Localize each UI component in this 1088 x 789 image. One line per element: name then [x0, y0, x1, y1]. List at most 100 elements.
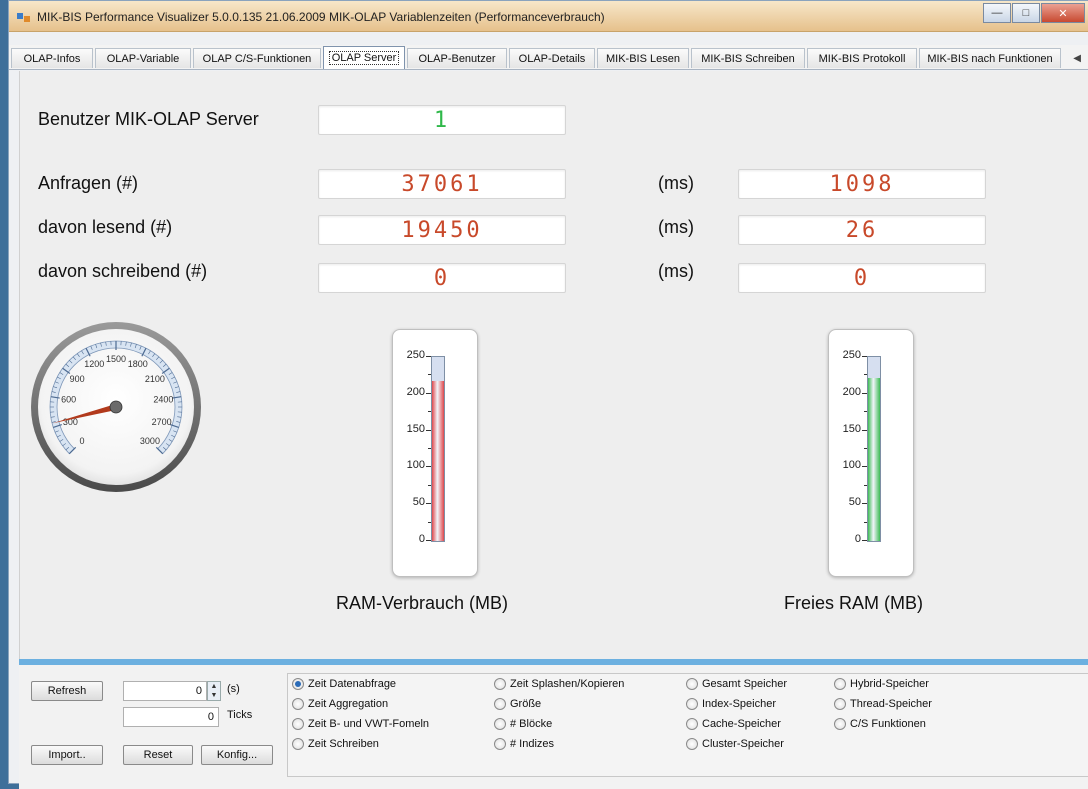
tab-scroll-left-icon[interactable]: ◀ [1073, 53, 1081, 64]
radio-icon[interactable] [292, 718, 304, 730]
reading-ms-display: 26 [738, 215, 986, 245]
requests-ms-label: (ms) [658, 173, 694, 194]
users-display: 1 [318, 105, 566, 135]
reading-label: davon lesend (#) [38, 217, 172, 238]
requests-ms-display: 1098 [738, 169, 986, 199]
option-groesse[interactable]: Größe [494, 698, 541, 710]
radio-icon[interactable] [686, 718, 698, 730]
tab-mik-bis-schreiben[interactable]: MIK-BIS Schreiben [691, 48, 805, 68]
interval-input[interactable]: 0 [123, 681, 207, 701]
writing-display: 0 [318, 263, 566, 293]
option-zeit-aggregation[interactable]: Zeit Aggregation [292, 698, 388, 710]
reset-button[interactable]: Reset [123, 745, 193, 765]
free-ram-thermometer: 250200150100500 [828, 329, 914, 577]
thermometer-tick-label: 250 [833, 349, 861, 361]
interval-spinner[interactable]: ▲▼ [207, 681, 221, 701]
free-ram-caption: Freies RAM (MB) [784, 593, 923, 614]
radio-icon[interactable] [686, 698, 698, 710]
ram-usage-thermometer: 250200150100500 [392, 329, 478, 577]
gauge-tick-label: 2100 [145, 374, 165, 384]
interval-unit-label: (s) [227, 683, 240, 695]
gauge-tick-label: 3000 [140, 436, 160, 446]
option-cs-funktionen[interactable]: C/S Funktionen [834, 718, 926, 730]
radio-icon[interactable] [494, 718, 506, 730]
radio-icon[interactable] [292, 678, 304, 690]
thermometer-fill [868, 378, 880, 541]
gauge-tick-label: 1200 [84, 359, 104, 369]
tab-mik-bis-protokoll[interactable]: MIK-BIS Protokoll [807, 48, 917, 68]
tab-olap-infos[interactable]: OLAP-Infos [11, 48, 93, 68]
option-label: Zeit Splashen/Kopieren [510, 678, 624, 690]
option-cluster-speicher[interactable]: Cluster-Speicher [686, 738, 784, 750]
option-indizes[interactable]: # Indizes [494, 738, 554, 750]
spin-up-icon[interactable]: ▲ [211, 683, 218, 690]
thermometer-tick-label: 150 [833, 423, 861, 435]
option-label: Zeit Datenabfrage [308, 678, 396, 690]
tab-olap-benutzer[interactable]: OLAP-Benutzer [407, 48, 507, 68]
option-gesamt-speicher[interactable]: Gesamt Speicher [686, 678, 787, 690]
option-label: Zeit B- und VWT-Fomeln [308, 718, 429, 730]
thermometer-tube [867, 356, 881, 542]
tab-label: OLAP-Benutzer [418, 53, 495, 65]
gauge-tick-label: 2400 [153, 394, 173, 404]
radio-icon[interactable] [834, 718, 846, 730]
tab-label: OLAP-Infos [24, 53, 81, 65]
option-label: Cluster-Speicher [702, 738, 784, 750]
minimize-button[interactable]: — [983, 3, 1011, 23]
requests-gauge: 03006009001200150018002100240027003000 [30, 321, 202, 493]
option-label: # Blöcke [510, 718, 552, 730]
option-zeit-b-vwt-formeln[interactable]: Zeit B- und VWT-Fomeln [292, 718, 429, 730]
control-panel: Refresh 0 ▲▼ (s) 0 Ticks Import.. Reset … [19, 659, 1088, 789]
refresh-button[interactable]: Refresh [31, 681, 103, 701]
gauge-tick-label: 600 [61, 394, 76, 404]
radio-icon[interactable] [292, 698, 304, 710]
option-index-speicher[interactable]: Index-Speicher [686, 698, 776, 710]
radio-icon[interactable] [686, 678, 698, 690]
radio-icon[interactable] [292, 738, 304, 750]
option-label: Gesamt Speicher [702, 678, 787, 690]
tab-olap-variable[interactable]: OLAP-Variable [95, 48, 191, 68]
tab-label: MIK-BIS Protokoll [819, 53, 906, 65]
ticks-input[interactable]: 0 [123, 707, 219, 727]
thermometer-tick-label: 100 [833, 459, 861, 471]
tab-label: OLAP C/S-Funktionen [203, 53, 312, 65]
option-hybrid-speicher[interactable]: Hybrid-Speicher [834, 678, 929, 690]
thermometer-tick-label: 150 [397, 423, 425, 435]
thermometer-tick-label: 0 [397, 533, 425, 545]
close-button[interactable]: ✕ [1041, 3, 1085, 23]
spin-down-icon[interactable]: ▼ [211, 692, 218, 699]
radio-icon[interactable] [494, 698, 506, 710]
option-thread-speicher[interactable]: Thread-Speicher [834, 698, 932, 710]
option-zeit-datenabfrage[interactable]: Zeit Datenabfrage [292, 678, 396, 690]
tab-mik-bis-lesen[interactable]: MIK-BIS Lesen [597, 48, 689, 68]
option-cache-speicher[interactable]: Cache-Speicher [686, 718, 781, 730]
radio-icon[interactable] [494, 738, 506, 750]
thermometer-tick-label: 250 [397, 349, 425, 361]
metric-options-group: Zeit Datenabfrage Zeit Aggregation Zeit … [287, 673, 1088, 777]
reading-ms-label: (ms) [658, 217, 694, 238]
thermometer-tick-label: 0 [833, 533, 861, 545]
radio-icon[interactable] [834, 698, 846, 710]
tab-olap-server[interactable]: OLAP Server [323, 46, 405, 69]
option-label: Zeit Schreiben [308, 738, 379, 750]
import-button[interactable]: Import.. [31, 745, 103, 765]
thermometer-tick-label: 50 [833, 496, 861, 508]
thermometer-tick-label: 200 [397, 386, 425, 398]
ticks-label: Ticks [227, 709, 252, 721]
option-zeit-splashen[interactable]: Zeit Splashen/Kopieren [494, 678, 624, 690]
radio-icon[interactable] [834, 678, 846, 690]
option-zeit-schreiben[interactable]: Zeit Schreiben [292, 738, 379, 750]
tab-olap-details[interactable]: OLAP-Details [509, 48, 595, 68]
tab-bar: OLAP-Infos OLAP-Variable OLAP C/S-Funkti… [9, 45, 1088, 70]
config-button[interactable]: Konfig... [201, 745, 273, 765]
maximize-button[interactable]: □ [1012, 3, 1040, 23]
option-bloecke[interactable]: # Blöcke [494, 718, 552, 730]
radio-icon[interactable] [494, 678, 506, 690]
close-icon: ✕ [1058, 7, 1067, 20]
radio-icon[interactable] [686, 738, 698, 750]
option-label: # Indizes [510, 738, 554, 750]
writing-ms-label: (ms) [658, 261, 694, 282]
tab-olap-cs-funktionen[interactable]: OLAP C/S-Funktionen [193, 48, 321, 68]
tab-mik-bis-nach-funktionen[interactable]: MIK-BIS nach Funktionen [919, 48, 1061, 68]
tab-label: MIK-BIS Schreiben [701, 53, 795, 65]
